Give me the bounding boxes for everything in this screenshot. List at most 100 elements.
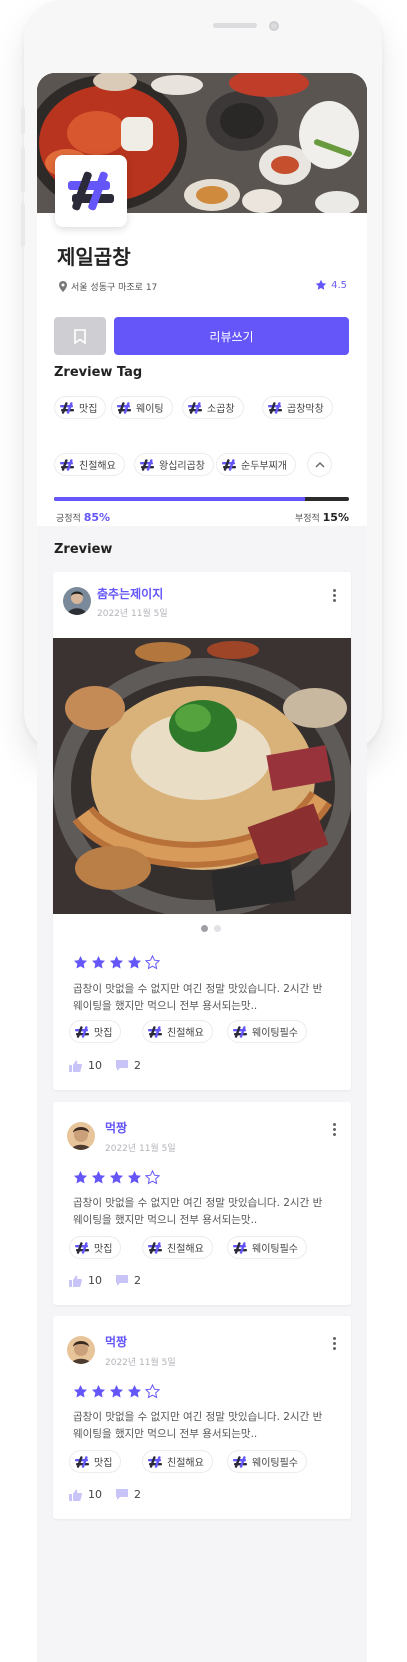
positive-label: 긍정적 85%: [56, 511, 110, 524]
review-stars: [73, 955, 160, 970]
review-text: 곱창이 맛없을 수 없지만 여긴 정말 맛있습니다. 2시간 반 웨이팅을 했지…: [73, 1411, 323, 1440]
write-review-button[interactable]: 리뷰쓰기: [114, 317, 349, 355]
star-empty-icon: [145, 955, 160, 970]
carousel-indicator[interactable]: [201, 925, 221, 932]
chevron-up-icon: [315, 461, 324, 467]
review-tag-chip[interactable]: 맛집: [69, 1236, 122, 1259]
more-options-icon[interactable]: [333, 1337, 337, 1352]
star-filled-icon: [127, 955, 142, 969]
hash-icon: [148, 1241, 162, 1254]
review-tag-chip[interactable]: 웨이팅필수: [227, 1450, 307, 1473]
review-username[interactable]: 먹짱: [105, 1333, 127, 1350]
review-meta: 10 2: [69, 1488, 141, 1501]
comment-count: 2: [134, 1274, 141, 1287]
hash-icon: [75, 1241, 89, 1254]
review-tag-chip[interactable]: 친절해요: [142, 1450, 213, 1473]
star-filled-icon: [109, 1384, 124, 1398]
tag-label: 순두부찌개: [241, 461, 287, 472]
comment-icon[interactable]: [116, 1489, 128, 1500]
tag-chip[interactable]: 순두부찌개: [216, 453, 296, 476]
carousel-dot[interactable]: [201, 925, 208, 932]
tag-chip[interactable]: 웨이팅: [111, 396, 173, 419]
tag-label: 맛집: [94, 1244, 113, 1255]
star-filled-icon: [73, 955, 88, 969]
negative-value: 15%: [322, 511, 349, 524]
hash-icon: [75, 1455, 89, 1468]
reviews-section: Zreview 춤추는제이지 2022년 11월 5일 곱창이 맛없을 수 없지…: [37, 526, 367, 1662]
star-filled-icon: [127, 1384, 142, 1398]
avatar[interactable]: [67, 1122, 95, 1150]
hash-icon: [268, 401, 282, 414]
comment-count: 2: [134, 1488, 141, 1501]
star-filled-icon: [91, 955, 106, 969]
tags-section-title: Zreview Tag: [54, 365, 143, 380]
tag-label: 친절해요: [167, 1028, 204, 1039]
tag-chip[interactable]: 왕십리곱창: [134, 453, 214, 476]
avatar[interactable]: [63, 587, 91, 615]
phone-side-button: [21, 203, 25, 247]
bookmark-button[interactable]: [54, 317, 106, 355]
review-date: 2022년 11월 5일: [105, 1358, 176, 1368]
review-card: 춤추는제이지 2022년 11월 5일 곱창이 맛없을 수 없지만 여긴 정말 …: [53, 572, 351, 1090]
comment-icon[interactable]: [116, 1275, 128, 1286]
bookmark-icon: [74, 328, 86, 344]
star-filled-icon: [109, 1170, 124, 1184]
more-options-icon[interactable]: [333, 589, 337, 604]
thumbs-up-icon[interactable]: [69, 1489, 82, 1501]
hash-logo-icon: [68, 171, 114, 211]
review-card: 먹짱 2022년 11월 5일 곱창이 맛없을 수 없지만 여긴 정말 맛있습니…: [53, 1316, 351, 1519]
star-filled-icon: [127, 1170, 142, 1184]
restaurant-rating: 4.5: [315, 279, 347, 291]
tag-chip[interactable]: 소곱창: [182, 396, 244, 419]
review-text: 곱창이 맛없을 수 없지만 여긴 정말 맛있습니다. 2시간 반 웨이팅을 했지…: [73, 983, 323, 1012]
review-tag-chip[interactable]: 친절해요: [142, 1020, 213, 1043]
review-username[interactable]: 춤추는제이지: [97, 585, 163, 602]
review-tag-chip[interactable]: 친절해요: [142, 1236, 213, 1259]
tag-label: 웨이팅: [136, 404, 164, 415]
thumbs-up-icon[interactable]: [69, 1275, 82, 1287]
phone-side-button: [21, 148, 25, 192]
reviews-section-title: Zreview: [54, 542, 113, 557]
hash-icon: [233, 1025, 247, 1038]
hash-icon: [222, 458, 236, 471]
review-tag-chip[interactable]: 맛집: [69, 1020, 122, 1043]
comment-icon[interactable]: [116, 1060, 128, 1071]
tag-label: 친절해요: [79, 461, 116, 472]
phone-speaker: [213, 23, 257, 28]
tag-chip[interactable]: 친절해요: [54, 453, 125, 476]
sentiment-positive-fill: [54, 497, 305, 501]
star-filled-icon: [91, 1170, 106, 1184]
hash-icon: [117, 401, 131, 414]
thumbs-up-icon[interactable]: [69, 1060, 82, 1072]
tag-label: 맛집: [94, 1028, 113, 1039]
star-filled-icon: [91, 1384, 106, 1398]
tag-label: 맛집: [79, 404, 98, 415]
tag-label: 친절해요: [167, 1458, 204, 1469]
more-options-icon[interactable]: [333, 1123, 337, 1138]
review-text: 곱창이 맛없을 수 없지만 여긴 정말 맛있습니다. 2시간 반 웨이팅을 했지…: [73, 1197, 323, 1226]
tag-label: 친절해요: [167, 1244, 204, 1255]
hash-icon: [148, 1455, 162, 1468]
sentiment-bar: [54, 497, 349, 501]
address-text: 서울 성동구 마조로 17: [71, 283, 158, 293]
rating-value: 4.5: [331, 279, 347, 291]
tag-chip[interactable]: 맛집: [54, 396, 107, 419]
review-date: 2022년 11월 5일: [97, 609, 168, 619]
review-tag-chip[interactable]: 맛집: [69, 1450, 122, 1473]
hash-icon: [188, 401, 202, 414]
like-count: 10: [88, 1059, 102, 1072]
tag-label: 곱창막창: [287, 404, 324, 415]
collapse-tags-button[interactable]: [307, 452, 332, 477]
review-username[interactable]: 먹짱: [105, 1119, 127, 1136]
review-date: 2022년 11월 5일: [105, 1144, 176, 1154]
tag-chip[interactable]: 곱창막창: [262, 396, 333, 419]
carousel-dot[interactable]: [214, 925, 221, 932]
review-photo[interactable]: [53, 638, 351, 914]
review-card: 먹짱 2022년 11월 5일 곱창이 맛없을 수 없지만 여긴 정말 맛있습니…: [53, 1102, 351, 1305]
review-tag-chip[interactable]: 웨이팅필수: [227, 1236, 307, 1259]
hash-icon: [75, 1025, 89, 1038]
avatar[interactable]: [67, 1336, 95, 1364]
review-tag-chip[interactable]: 웨이팅필수: [227, 1020, 307, 1043]
tag-label: 왕십리곱창: [159, 461, 205, 472]
review-meta: 10 2: [69, 1274, 141, 1287]
